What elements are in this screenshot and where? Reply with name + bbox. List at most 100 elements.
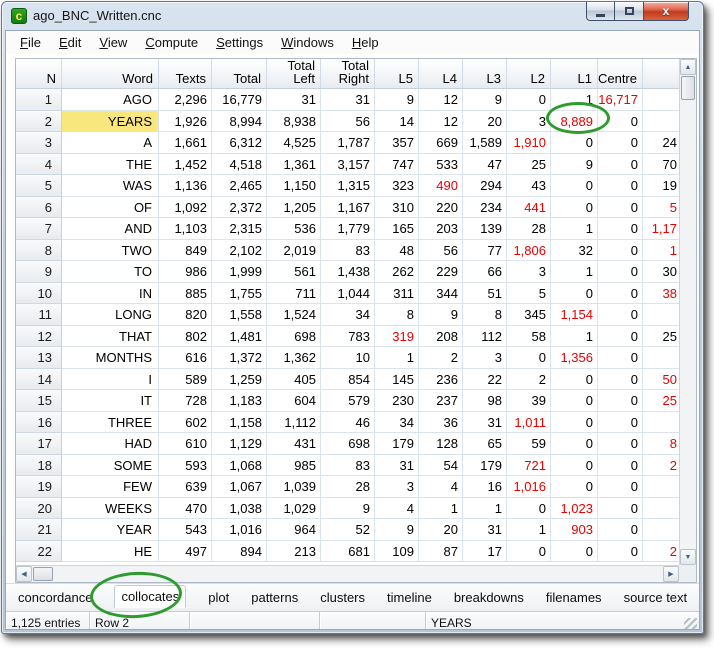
value-cell[interactable]: 9	[463, 89, 507, 111]
vertical-scrollbar[interactable]: ▲ ▼	[679, 59, 696, 565]
value-cell[interactable]: 602	[159, 412, 212, 434]
value-cell[interactable]: 1,011	[507, 412, 551, 434]
value-cell[interactable]: 2,102	[212, 240, 267, 262]
value-cell[interactable]: 1,016	[212, 519, 267, 541]
table-row[interactable]: 4THE1,4524,5181,3613,15774753347259070	[16, 154, 679, 176]
table-row[interactable]: 13MONTHS6161,3721,3621012301,3560	[16, 347, 679, 369]
row-number[interactable]: 22	[16, 541, 62, 563]
value-cell[interactable]: 0	[551, 175, 598, 197]
value-cell[interactable]: 208	[419, 326, 463, 348]
value-cell[interactable]	[643, 519, 679, 541]
value-cell[interactable]: 802	[159, 326, 212, 348]
value-cell[interactable]: 9	[551, 154, 598, 176]
value-cell[interactable]: 344	[419, 283, 463, 305]
column-header-texts[interactable]: Texts	[159, 59, 212, 89]
value-cell[interactable]: 0	[507, 541, 551, 563]
value-cell[interactable]: 1,183	[212, 390, 267, 412]
value-cell[interactable]: 58	[507, 326, 551, 348]
value-cell[interactable]: 497	[159, 541, 212, 563]
value-cell[interactable]: 1,362	[267, 347, 321, 369]
value-cell[interactable]: 16,779	[212, 89, 267, 111]
table-row[interactable]: 22HE49789421368110987170002	[16, 541, 679, 563]
value-cell[interactable]: 533	[419, 154, 463, 176]
value-cell[interactable]: 0	[598, 240, 643, 262]
value-cell[interactable]: 1	[507, 519, 551, 541]
column-header-l3[interactable]: L3	[463, 59, 507, 89]
value-cell[interactable]: 87	[419, 541, 463, 563]
value-cell[interactable]: 1,452	[159, 154, 212, 176]
value-cell[interactable]: 47	[463, 154, 507, 176]
value-cell[interactable]: 543	[159, 519, 212, 541]
value-cell[interactable]: 310	[375, 197, 419, 219]
table-row[interactable]: 14I5891,2594058541452362220050	[16, 369, 679, 391]
value-cell[interactable]: 0	[551, 390, 598, 412]
table-row[interactable]: 19FEW6391,0671,0392834161,01600	[16, 476, 679, 498]
row-number[interactable]: 17	[16, 433, 62, 455]
value-cell[interactable]: 230	[375, 390, 419, 412]
value-cell[interactable]: 894	[212, 541, 267, 563]
value-cell[interactable]: 1,315	[321, 175, 375, 197]
value-cell[interactable]: 1,926	[159, 111, 212, 133]
value-cell[interactable]: 561	[267, 261, 321, 283]
value-cell[interactable]	[643, 476, 679, 498]
value-cell[interactable]: 903	[551, 519, 598, 541]
word-cell[interactable]: LONG	[62, 304, 159, 326]
value-cell[interactable]: 16	[463, 476, 507, 498]
value-cell[interactable]: 1,524	[267, 304, 321, 326]
table-row[interactable]: 15IT7281,18360457923023798390025	[16, 390, 679, 412]
value-cell[interactable]: 639	[159, 476, 212, 498]
menu-settings[interactable]: Settings	[207, 33, 272, 52]
value-cell[interactable]: 98	[463, 390, 507, 412]
value-cell[interactable]: 490	[419, 175, 463, 197]
value-cell[interactable]: 4	[375, 498, 419, 520]
column-header-l4[interactable]: L4	[419, 59, 463, 89]
value-cell[interactable]: 38	[643, 283, 679, 305]
table-row[interactable]: 3A1,6616,3124,5251,7873576691,5891,91000…	[16, 132, 679, 154]
column-header-l2[interactable]: L2	[507, 59, 551, 89]
menu-windows[interactable]: Windows	[272, 33, 343, 52]
value-cell[interactable]: 234	[463, 197, 507, 219]
value-cell[interactable]: 0	[598, 111, 643, 133]
value-cell[interactable]: 262	[375, 261, 419, 283]
word-cell[interactable]: I	[62, 369, 159, 391]
word-cell[interactable]: SOME	[62, 455, 159, 477]
value-cell[interactable]: 3	[507, 111, 551, 133]
value-cell[interactable]: 83	[321, 455, 375, 477]
tab-plot[interactable]: plot	[208, 590, 229, 605]
value-cell[interactable]: 1,17	[643, 218, 679, 240]
value-cell[interactable]: 9	[419, 304, 463, 326]
value-cell[interactable]: 0	[598, 347, 643, 369]
value-cell[interactable]: 43	[507, 175, 551, 197]
value-cell[interactable]	[643, 89, 679, 111]
value-cell[interactable]: 0	[551, 132, 598, 154]
word-cell[interactable]: THAT	[62, 326, 159, 348]
value-cell[interactable]: 3	[463, 347, 507, 369]
value-cell[interactable]: 1,589	[463, 132, 507, 154]
value-cell[interactable]: 19	[643, 175, 679, 197]
word-cell[interactable]: OF	[62, 197, 159, 219]
value-cell[interactable]: 1	[551, 218, 598, 240]
tab-timeline[interactable]: timeline	[387, 590, 432, 605]
menu-view[interactable]: View	[90, 33, 136, 52]
tab-breakdowns[interactable]: breakdowns	[454, 590, 524, 605]
value-cell[interactable]: 5	[507, 283, 551, 305]
value-cell[interactable]: 589	[159, 369, 212, 391]
value-cell[interactable]: 1,806	[507, 240, 551, 262]
value-cell[interactable]: 0	[598, 541, 643, 563]
value-cell[interactable]: 0	[598, 197, 643, 219]
value-cell[interactable]: 0	[507, 498, 551, 520]
column-header-partial[interactable]	[643, 59, 680, 89]
row-number[interactable]: 4	[16, 154, 62, 176]
tab-clusters[interactable]: clusters	[320, 590, 365, 605]
value-cell[interactable]: 0	[551, 369, 598, 391]
row-number[interactable]: 19	[16, 476, 62, 498]
value-cell[interactable]: 0	[598, 476, 643, 498]
value-cell[interactable]: 2,296	[159, 89, 212, 111]
value-cell[interactable]: 3	[375, 476, 419, 498]
value-cell[interactable]: 31	[267, 89, 321, 111]
value-cell[interactable]: 20	[419, 519, 463, 541]
value-cell[interactable]: 179	[463, 455, 507, 477]
value-cell[interactable]: 1,661	[159, 132, 212, 154]
title-bar[interactable]: c ago_BNC_Written.cnc x	[2, 2, 703, 29]
minimize-button[interactable]	[586, 2, 615, 21]
